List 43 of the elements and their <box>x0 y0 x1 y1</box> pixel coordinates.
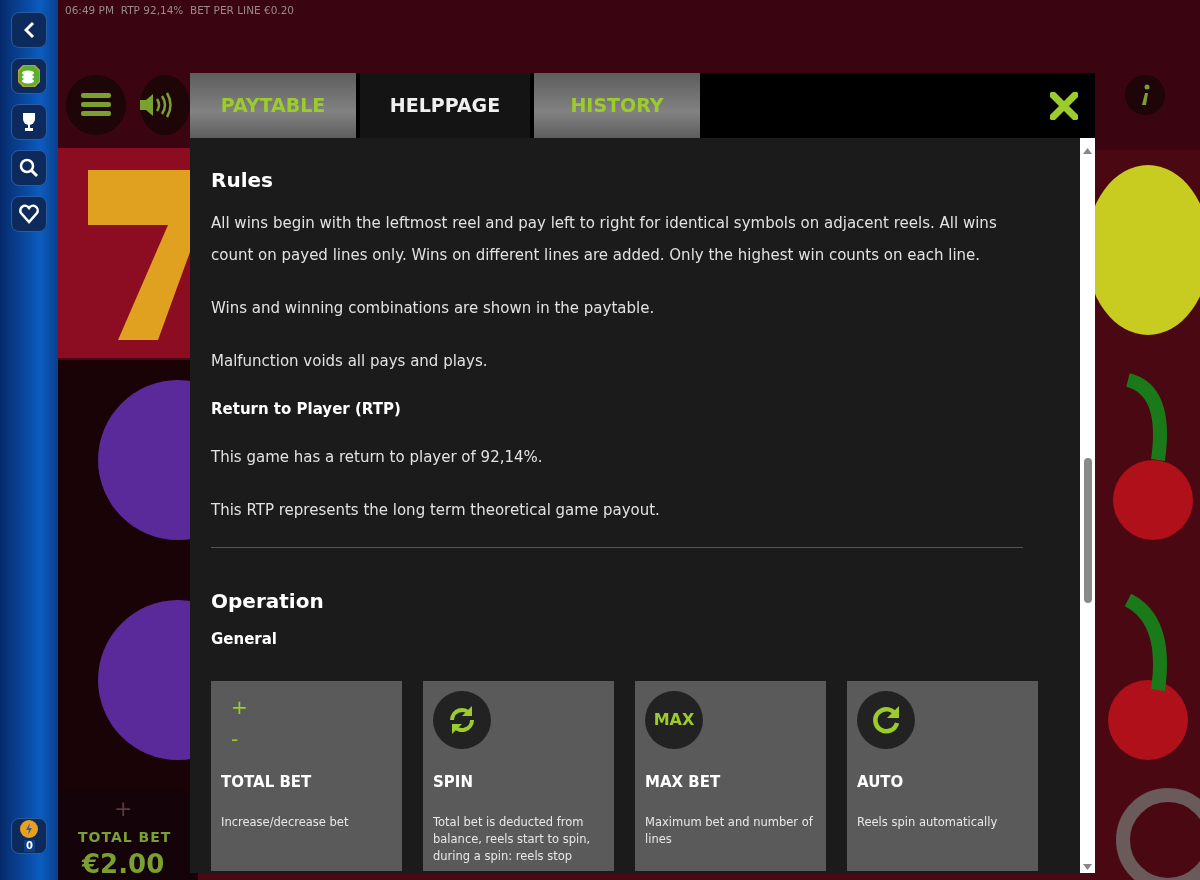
coins-icon <box>18 65 40 87</box>
trophy-button[interactable] <box>11 104 47 140</box>
paragraph: This RTP represents the long term theoretical game payout. <box>211 499 661 521</box>
minus-icon: - <box>231 723 279 755</box>
tab[interactable]: HELPPAGE <box>360 73 530 138</box>
coin-count-badge: 0 <box>24 840 35 852</box>
total-bet-value: €2.00 <box>82 848 165 880</box>
scroll-down-icon <box>1080 861 1095 873</box>
bonus-button[interactable]: 0 <box>11 818 47 854</box>
paragraph: Malfunction voids all pays and plays. <box>211 351 489 372</box>
subheading: General <box>211 628 278 650</box>
card-title: AUTO <box>857 772 905 793</box>
info-icon <box>1140 84 1150 106</box>
card-description: Total bet is deducted from balance, reels start to spin, during a spin: reels stop <box>433 813 592 865</box>
paragraph: All wins begin with the leftmost reel and pay left to right for identical symbols on adjacent reels. All wins count on payed lines only. Wins on different lines are added. Only the highest win counts on each line. <box>211 213 998 266</box>
card-description: Increase/decrease bet <box>221 813 350 831</box>
increase-bet-icon: + <box>114 792 133 825</box>
heart-icon <box>18 203 40 225</box>
search-icon <box>18 157 40 179</box>
back-icon <box>23 21 35 39</box>
back-button[interactable] <box>11 12 47 48</box>
subheading: Return to Player (RTP) <box>211 399 402 420</box>
section-heading: Rules <box>211 167 274 194</box>
paragraph: Wins and winning combinations are shown in the paytable. <box>211 298 656 319</box>
coins-button[interactable] <box>11 58 47 94</box>
close-icon <box>1050 91 1078 120</box>
status-text: 06:49 PM RTP 92,14% BET PER LINE €0.20 <box>65 3 294 18</box>
max-text: MAX <box>653 709 695 731</box>
speaker-icon <box>140 91 172 119</box>
plus-icon: + <box>231 691 279 723</box>
favorites-button[interactable] <box>11 196 47 232</box>
card-title: MAX BET <box>645 772 722 793</box>
card-title: SPIN <box>433 772 474 793</box>
scrollbar-thumb[interactable] <box>1084 458 1092 603</box>
lightning-coin-icon <box>19 819 39 839</box>
card-title: TOTAL BET <box>221 772 313 793</box>
search-button[interactable] <box>11 150 47 186</box>
card-description: Maximum bet and number of lines <box>645 813 814 848</box>
menu-icon <box>81 93 111 117</box>
total-bet-label: TOTAL BET <box>78 828 172 847</box>
section-heading: Operation <box>211 587 325 615</box>
card-description: Reels spin automatically <box>857 813 999 831</box>
paragraph: This game has a return to player of 92,14%. <box>211 446 544 468</box>
